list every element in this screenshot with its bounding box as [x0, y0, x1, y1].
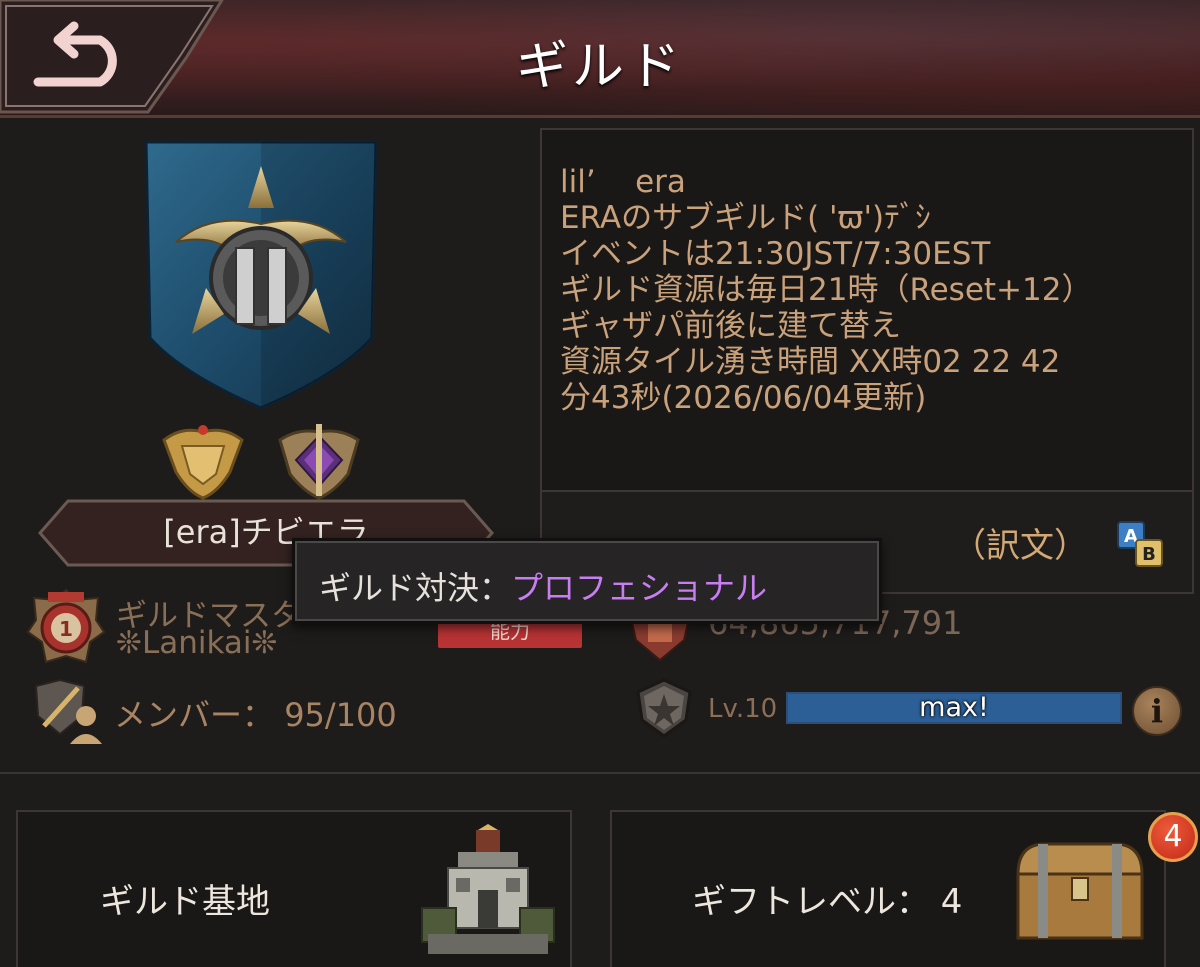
- guild-battle-tooltip: ギルド対決：プロフェショナル: [292, 538, 882, 624]
- members-icon: [34, 678, 102, 744]
- description-line: ギャザパ前後に建て替え: [560, 308, 901, 344]
- treasure-chest-icon: [1016, 842, 1144, 940]
- guild-base-icon: [421, 824, 555, 954]
- description-line: 分43秒(2026/06/04更新): [560, 380, 927, 416]
- guild-emblem-icon: [144, 140, 378, 410]
- description-text: lil’ era ERAのサブギルド( 'ϖ')ﾃﾞｼ イベントは21:30JS…: [560, 164, 1092, 416]
- header-bar: ギルド: [0, 0, 1200, 118]
- tooltip-label: ギルド対決：: [319, 569, 512, 607]
- page-title: ギルド: [515, 37, 684, 97]
- svg-text:B: B: [1142, 544, 1156, 565]
- description-line: ギルド資源は毎日21時（Reset+12）: [560, 272, 1093, 308]
- guild-base-button[interactable]: ギルド基地: [16, 810, 572, 967]
- tooltip-text: ギルド対決：プロフェショナル: [319, 563, 767, 609]
- gift-level-button[interactable]: ギフトレベル： 4: [610, 810, 1166, 967]
- section-divider: [0, 772, 1200, 774]
- level-progress-text: max!: [919, 692, 989, 723]
- guild-level-label: Lv.10: [708, 694, 778, 724]
- info-button[interactable]: i: [1132, 686, 1182, 736]
- description-line: 資源タイル湧き時間 XX時02 22 42: [560, 344, 1061, 380]
- guild-master-name[interactable]: ❊Lanikai❊: [116, 625, 278, 661]
- purple-medal-icon: [278, 424, 360, 500]
- guild-base-label: ギルド基地: [100, 882, 270, 922]
- guild-level-icon: [636, 678, 692, 738]
- gift-level-label: ギフトレベル： 4: [692, 882, 963, 922]
- notification-badge: 4: [1148, 812, 1198, 862]
- status-badge: 能力: [438, 620, 582, 648]
- translate-button[interactable]: （訳文）: [952, 518, 1088, 567]
- member-count: メンバー： 95/100: [114, 690, 397, 736]
- member-label: メンバー：: [114, 696, 275, 734]
- guild-level-progress-bar: max!: [786, 692, 1122, 724]
- description-line: ERAのサブギルド( 'ϖ')ﾃﾞｼ: [560, 200, 931, 236]
- description-line: lil’ era: [560, 164, 686, 200]
- tooltip-value: プロフェショナル: [511, 569, 768, 607]
- member-value: 95/100: [284, 696, 397, 734]
- translate-icon[interactable]: A B: [1116, 520, 1164, 568]
- gold-medal-icon: [162, 425, 244, 500]
- description-line: イベントは21:30JST/7:30EST: [560, 236, 991, 272]
- svg-text:1: 1: [59, 617, 73, 641]
- guild-master-crest-icon: 1: [26, 588, 106, 664]
- guild-description: lil’ era ERAのサブギルド( 'ϖ')ﾃﾞｼ イベントは21:30JS…: [540, 128, 1194, 492]
